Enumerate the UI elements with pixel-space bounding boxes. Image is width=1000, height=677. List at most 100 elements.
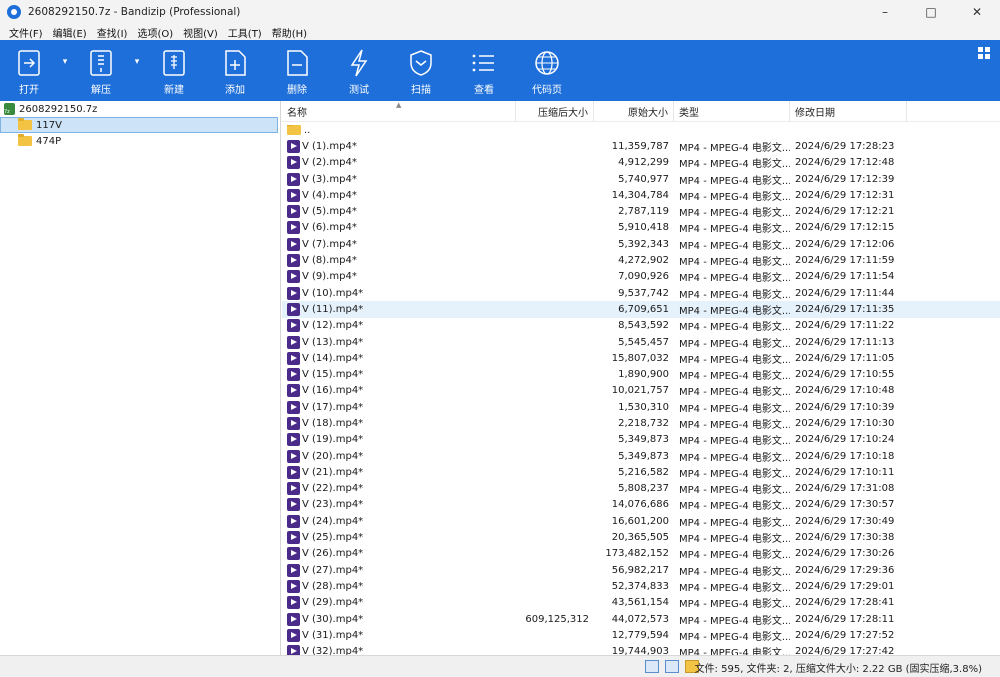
table-row[interactable]: V (12).mp4* 8,543,592 MP4 - MPEG-4 电影文... 2… xyxy=(282,318,1000,334)
menu-find[interactable]: 查找(I) xyxy=(92,25,133,40)
table-row[interactable]: V (31).mp4* 12,779,594 MP4 - MPEG-4 电影文...… xyxy=(282,627,1000,643)
menu-options[interactable]: 选项(O) xyxy=(132,25,178,40)
table-row[interactable]: V (30).mp4* 609,125,312 44,072,573 MP4 - MP… xyxy=(282,611,1000,627)
file-modified-date: 2024/6/29 17:11:13 xyxy=(795,336,895,348)
open-dropdown[interactable]: ▾ xyxy=(58,40,72,101)
menu-edit[interactable]: 编辑(E) xyxy=(48,25,92,40)
table-row[interactable]: V (24).mp4* 16,601,200 MP4 - MPEG-4 电影文...… xyxy=(282,513,1000,529)
table-row[interactable]: V (22).mp4* 5,808,237 MP4 - MPEG-4 电影文... 2… xyxy=(282,481,1000,497)
video-file-icon xyxy=(287,563,300,577)
table-row[interactable]: V (21).mp4* 5,216,582 MP4 - MPEG-4 电影文... 2… xyxy=(282,464,1000,480)
table-row[interactable]: V (23).mp4* 14,076,686 MP4 - MPEG-4 电影文...… xyxy=(282,497,1000,513)
file-modified-date: 2024/6/29 17:31:08 xyxy=(795,483,895,495)
file-name: V (15).mp4* xyxy=(302,369,364,381)
layout-grid-icon[interactable] xyxy=(978,47,990,59)
menu-tools[interactable]: 工具(T) xyxy=(223,25,267,40)
parent-folder-label: .. xyxy=(304,124,311,136)
tree-root-label: 2608292150.7z xyxy=(19,103,98,115)
folder-tree: 2608292150.7z 117V 474P xyxy=(0,101,281,655)
tree-folder-label: 474P xyxy=(36,135,62,147)
close-button[interactable]: ✕ xyxy=(954,0,1000,24)
extract-icon xyxy=(90,50,112,76)
table-row[interactable]: V (14).mp4* 15,807,032 MP4 - MPEG-4 电影文...… xyxy=(282,350,1000,366)
extract-button[interactable]: 解压 xyxy=(72,40,130,101)
table-row[interactable]: V (25).mp4* 20,365,505 MP4 - MPEG-4 电影文...… xyxy=(282,529,1000,545)
table-row[interactable]: V (4).mp4* 14,304,784 MP4 - MPEG-4 电影文... 2… xyxy=(282,187,1000,203)
table-row[interactable]: V (15).mp4* 1,890,900 MP4 - MPEG-4 电影文... 2… xyxy=(282,366,1000,382)
menu-help[interactable]: 帮助(H) xyxy=(267,25,312,40)
minimize-button[interactable]: – xyxy=(862,0,908,24)
file-name: V (1).mp4* xyxy=(302,140,357,152)
list-view-icon[interactable] xyxy=(665,660,679,673)
file-name: V (4).mp4* xyxy=(302,189,357,201)
window-title: 2608292150.7z - Bandizip (Professional) xyxy=(28,6,241,18)
file-original-size: 173,482,152 xyxy=(605,548,669,560)
table-row[interactable]: V (5).mp4* 2,787,119 MP4 - MPEG-4 电影文... 20… xyxy=(282,203,1000,219)
column-modified-date[interactable]: 修改日期 xyxy=(790,101,907,122)
file-name: V (22).mp4* xyxy=(302,483,364,495)
table-row[interactable]: V (6).mp4* 5,910,418 MP4 - MPEG-4 电影文... 20… xyxy=(282,220,1000,236)
column-type[interactable]: 类型 xyxy=(674,101,790,122)
file-modified-date: 2024/6/29 17:30:49 xyxy=(795,515,895,527)
delete-file-icon xyxy=(287,50,308,76)
new-button[interactable]: 新建 xyxy=(144,40,204,101)
parent-folder-row[interactable]: .. xyxy=(282,122,1000,138)
file-name: V (27).mp4* xyxy=(302,564,364,576)
table-row[interactable]: V (17).mp4* 1,530,310 MP4 - MPEG-4 电影文... 2… xyxy=(282,399,1000,415)
open-button[interactable]: 打开 xyxy=(0,40,58,101)
file-modified-date: 2024/6/29 17:29:36 xyxy=(795,564,895,576)
table-row[interactable]: V (27).mp4* 56,982,217 MP4 - MPEG-4 电影文...… xyxy=(282,562,1000,578)
table-row[interactable]: V (28).mp4* 52,374,833 MP4 - MPEG-4 电影文...… xyxy=(282,578,1000,594)
test-button[interactable]: 测试 xyxy=(328,40,390,101)
scan-label: 扫描 xyxy=(411,85,431,96)
menu-view[interactable]: 视图(V) xyxy=(178,25,223,40)
table-row[interactable]: V (19).mp4* 5,349,873 MP4 - MPEG-4 电影文... 2… xyxy=(282,432,1000,448)
details-view-icon[interactable] xyxy=(645,660,659,673)
view-button[interactable]: 查看 xyxy=(452,40,516,101)
table-row[interactable]: V (3).mp4* 5,740,977 MP4 - MPEG-4 电影文... 20… xyxy=(282,171,1000,187)
table-row[interactable]: V (1).mp4* 11,359,787 MP4 - MPEG-4 电影文... 2… xyxy=(282,138,1000,154)
column-original-size[interactable]: 原始大小 xyxy=(594,101,674,122)
tree-root-archive[interactable]: 2608292150.7z xyxy=(0,101,280,117)
file-modified-date: 2024/6/29 17:10:30 xyxy=(795,417,895,429)
video-file-icon xyxy=(287,433,300,447)
codepage-button[interactable]: 代码页 xyxy=(516,40,578,101)
table-row[interactable]: V (8).mp4* 4,272,902 MP4 - MPEG-4 电影文... 20… xyxy=(282,252,1000,268)
file-type: MP4 - MPEG-4 电影文... xyxy=(679,615,790,627)
table-row[interactable]: V (29).mp4* 43,561,154 MP4 - MPEG-4 电影文...… xyxy=(282,595,1000,611)
file-modified-date: 2024/6/29 17:12:31 xyxy=(795,189,895,201)
table-row[interactable]: V (11).mp4* 6,709,651 MP4 - MPEG-4 电影文... 2… xyxy=(282,301,1000,318)
maximize-button[interactable]: □ xyxy=(908,0,954,24)
file-type: MP4 - MPEG-4 电影文... xyxy=(679,175,790,187)
file-name: V (28).mp4* xyxy=(302,580,364,592)
file-modified-date: 2024/6/29 17:30:38 xyxy=(795,532,895,544)
column-compressed-size[interactable]: 压缩后大小 xyxy=(516,101,594,122)
file-type: MP4 - MPEG-4 电影文... xyxy=(679,387,790,399)
table-row[interactable]: V (26).mp4* 173,482,152 MP4 - MPEG-4 电影文..… xyxy=(282,546,1000,562)
table-row[interactable]: V (18).mp4* 2,218,732 MP4 - MPEG-4 电影文... 2… xyxy=(282,415,1000,431)
file-original-size: 14,076,686 xyxy=(611,499,669,511)
file-modified-date: 2024/6/29 17:29:01 xyxy=(795,580,895,592)
table-row[interactable]: V (16).mp4* 10,021,757 MP4 - MPEG-4 电影文...… xyxy=(282,383,1000,399)
add-button[interactable]: 添加 xyxy=(204,40,266,101)
menu-file[interactable]: 文件(F) xyxy=(4,25,48,40)
tree-folder-474p[interactable]: 474P xyxy=(0,133,280,149)
file-type: MP4 - MPEG-4 电影文... xyxy=(679,273,790,285)
file-type: MP4 - MPEG-4 电影文... xyxy=(679,517,790,529)
file-modified-date: 2024/6/29 17:12:48 xyxy=(795,157,895,169)
table-row[interactable]: V (13).mp4* 5,545,457 MP4 - MPEG-4 电影文... 2… xyxy=(282,334,1000,350)
table-row[interactable]: V (32).mp4* 19,744,903 MP4 - MPEG-4 电影文...… xyxy=(282,644,1000,655)
table-row[interactable]: V (2).mp4* 4,912,299 MP4 - MPEG-4 电影文... 20… xyxy=(282,155,1000,171)
table-row[interactable]: V (7).mp4* 5,392,343 MP4 - MPEG-4 电影文... 20… xyxy=(282,236,1000,252)
scan-button[interactable]: 扫描 xyxy=(390,40,452,101)
file-name: V (9).mp4* xyxy=(302,271,357,283)
window-controls: – □ ✕ xyxy=(862,0,1000,24)
video-file-icon xyxy=(287,302,300,316)
tree-folder-117v[interactable]: 117V xyxy=(0,117,278,133)
delete-button[interactable]: 删除 xyxy=(266,40,328,101)
table-row[interactable]: V (10).mp4* 9,537,742 MP4 - MPEG-4 电影文... 2… xyxy=(282,285,1000,301)
table-row[interactable]: V (20).mp4* 5,349,873 MP4 - MPEG-4 电影文... 2… xyxy=(282,448,1000,464)
archive-icon xyxy=(4,103,15,115)
table-row[interactable]: V (9).mp4* 7,090,926 MP4 - MPEG-4 电影文... 20… xyxy=(282,269,1000,285)
extract-dropdown[interactable]: ▾ xyxy=(130,40,144,101)
